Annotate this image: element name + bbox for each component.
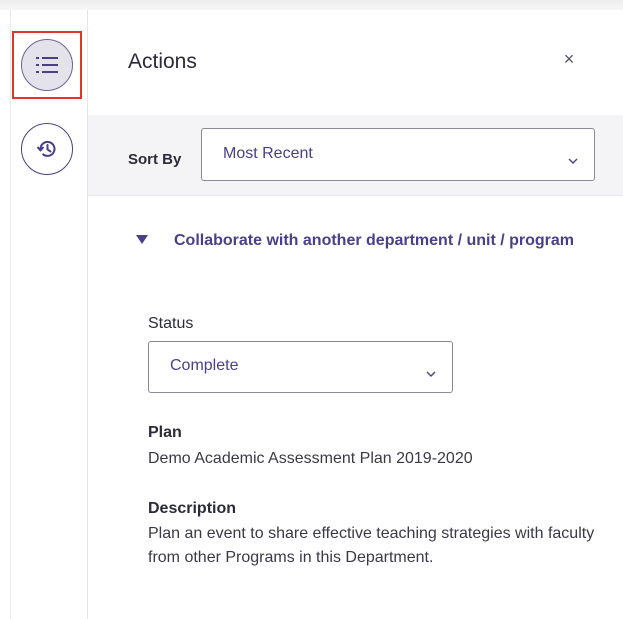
left-rail xyxy=(0,10,88,619)
close-icon: × xyxy=(563,48,575,69)
top-shadow-strip xyxy=(0,0,623,10)
status-selected-value: Complete xyxy=(170,357,239,374)
panel-title: Actions xyxy=(128,50,197,73)
close-button[interactable]: × xyxy=(558,48,580,70)
app-root: Actions × Sort By Most Recent Collaborat… xyxy=(0,0,623,619)
history-icon xyxy=(36,138,58,160)
panel-header: Actions × xyxy=(88,10,623,116)
actions-panel: Actions × Sort By Most Recent Collaborat… xyxy=(88,10,623,619)
status-label: Status xyxy=(148,315,194,332)
history-button[interactable] xyxy=(21,123,73,175)
description-value: Plan an event to share effective teachin… xyxy=(148,525,595,566)
description-label: Description xyxy=(148,500,237,517)
sort-by-label: Sort By xyxy=(128,151,182,168)
sort-by-selected-value: Most Recent xyxy=(223,145,313,162)
status-select[interactable]: Complete xyxy=(148,341,453,393)
sort-bar: Sort By Most Recent xyxy=(88,115,623,195)
chevron-down-icon xyxy=(568,151,578,164)
action-title-link[interactable]: Collaborate with another department / un… xyxy=(174,226,594,256)
caret-down-icon[interactable] xyxy=(136,232,148,244)
section-divider xyxy=(88,195,623,196)
actions-list-button[interactable] xyxy=(21,39,73,91)
chevron-down-icon xyxy=(426,364,436,377)
plan-label: Plan xyxy=(148,424,182,441)
rail-edge-divider xyxy=(10,10,11,619)
sort-by-select[interactable]: Most Recent xyxy=(201,128,595,181)
list-icon xyxy=(36,56,58,74)
plan-value: Demo Academic Assessment Plan 2019-2020 xyxy=(148,450,473,467)
